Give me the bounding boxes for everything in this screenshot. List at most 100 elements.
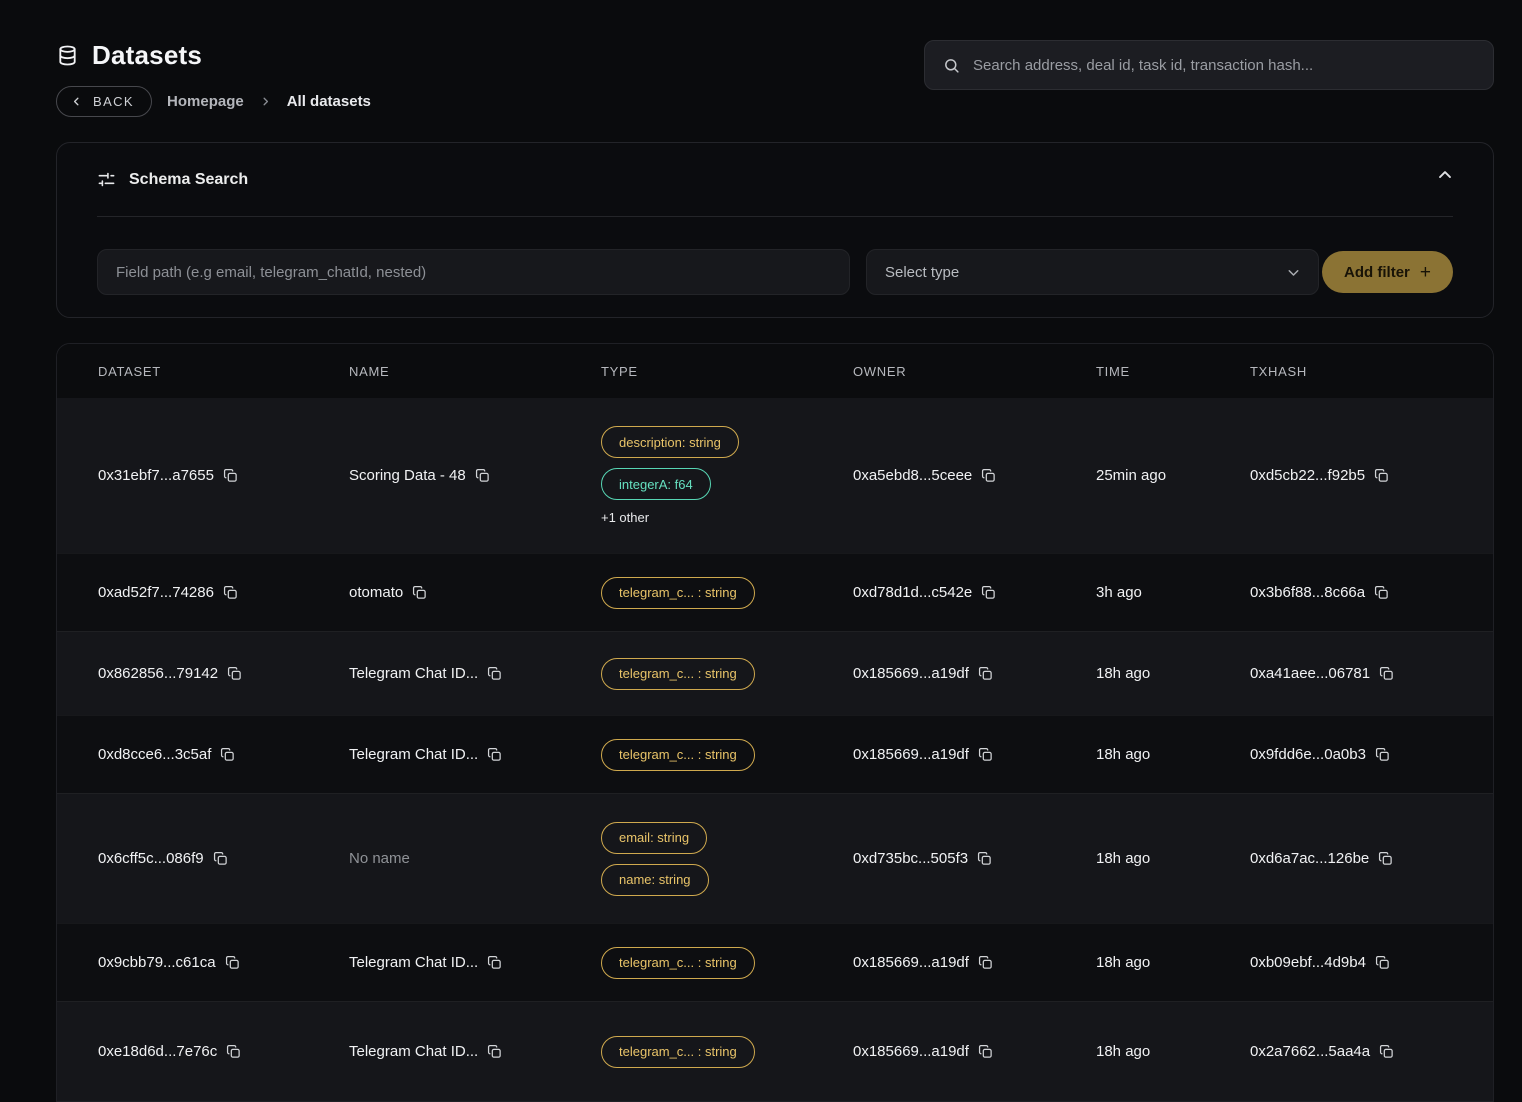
more-types-label: +1 other (601, 510, 649, 525)
breadcrumb-homepage[interactable]: Homepage (167, 93, 244, 110)
copy-icon[interactable] (227, 666, 242, 681)
copy-icon[interactable] (475, 468, 490, 483)
copy-icon[interactable] (1375, 747, 1390, 762)
type-badge: email: string (601, 822, 707, 854)
txhash: 0x9fdd6e...0a0b3 (1250, 746, 1366, 763)
copy-icon[interactable] (978, 955, 993, 970)
schema-search-panel: Schema Search Select type Add filter + (56, 142, 1494, 318)
copy-icon[interactable] (487, 955, 502, 970)
table-row[interactable]: 0xad52f7...74286 otomato telegram_c... :… (57, 553, 1493, 631)
add-filter-button[interactable]: Add filter + (1322, 251, 1453, 293)
chevron-up-icon[interactable] (1435, 165, 1455, 185)
plus-icon: + (1420, 263, 1431, 282)
add-filter-label: Add filter (1344, 264, 1410, 281)
dataset-hash: 0x31ebf7...a7655 (98, 467, 214, 484)
txhash: 0x3b6f88...8c66a (1250, 584, 1365, 601)
copy-icon[interactable] (981, 585, 996, 600)
owner-hash: 0x185669...a19df (853, 665, 969, 682)
table-row[interactable]: 0x862856...79142 Telegram Chat ID... tel… (57, 631, 1493, 715)
copy-icon[interactable] (978, 747, 993, 762)
owner-hash: 0x185669...a19df (853, 1043, 969, 1060)
sliders-icon (97, 170, 116, 189)
time-label: 18h ago (1096, 746, 1150, 763)
field-path-input[interactable] (97, 249, 850, 295)
dataset-name: otomato (349, 584, 403, 601)
type-badge: name: string (601, 864, 709, 896)
global-search[interactable] (924, 40, 1494, 90)
back-label: BACK (93, 94, 134, 109)
copy-icon[interactable] (1379, 666, 1394, 681)
txhash: 0xd6a7ac...126be (1250, 850, 1369, 867)
column-header-owner: OWNER (853, 364, 1096, 379)
copy-icon[interactable] (226, 1044, 241, 1059)
search-icon (943, 57, 960, 74)
type-badge: telegram_c... : string (601, 947, 755, 979)
dataset-name: Telegram Chat ID... (349, 1043, 478, 1060)
dataset-hash: 0xd8cce6...3c5af (98, 746, 211, 763)
copy-icon[interactable] (981, 468, 996, 483)
owner-hash: 0x185669...a19df (853, 954, 969, 971)
txhash: 0xd5cb22...f92b5 (1250, 467, 1365, 484)
datasets-table: DATASET NAME TYPE OWNER TIME TXHASH 0x31… (56, 343, 1494, 1102)
table-row[interactable]: 0xd8cce6...3c5af Telegram Chat ID... tel… (57, 715, 1493, 793)
table-header-row: DATASET NAME TYPE OWNER TIME TXHASH (57, 344, 1493, 398)
copy-icon[interactable] (978, 666, 993, 681)
dataset-name: Telegram Chat ID... (349, 665, 478, 682)
copy-icon[interactable] (1374, 468, 1389, 483)
column-header-type: TYPE (601, 364, 853, 379)
back-button[interactable]: BACK (56, 86, 152, 117)
copy-icon[interactable] (487, 747, 502, 762)
type-badge: telegram_c... : string (601, 658, 755, 690)
table-row[interactable]: 0x6cff5c...086f9 No name email: string n… (57, 793, 1493, 923)
table-row[interactable]: 0x9cbb79...c61ca Telegram Chat ID... tel… (57, 923, 1493, 1001)
owner-hash: 0x185669...a19df (853, 746, 969, 763)
time-label: 18h ago (1096, 1043, 1150, 1060)
chevron-right-icon (259, 95, 272, 108)
copy-icon[interactable] (213, 851, 228, 866)
dataset-name: Telegram Chat ID... (349, 746, 478, 763)
time-label: 3h ago (1096, 584, 1142, 601)
txhash: 0xa41aee...06781 (1250, 665, 1370, 682)
owner-hash: 0xd735bc...505f3 (853, 850, 968, 867)
copy-icon[interactable] (1379, 1044, 1394, 1059)
time-label: 18h ago (1096, 665, 1150, 682)
copy-icon[interactable] (220, 747, 235, 762)
schema-search-title: Schema Search (129, 171, 248, 189)
column-header-dataset: DATASET (98, 364, 349, 379)
dataset-hash: 0x862856...79142 (98, 665, 218, 682)
time-label: 18h ago (1096, 850, 1150, 867)
breadcrumb: BACK Homepage All datasets (56, 86, 1494, 117)
copy-icon[interactable] (1378, 851, 1393, 866)
type-badge: telegram_c... : string (601, 739, 755, 771)
type-select-value: Select type (885, 264, 959, 281)
schema-search-header: Schema Search (97, 143, 1453, 216)
copy-icon[interactable] (412, 585, 427, 600)
time-label: 18h ago (1096, 954, 1150, 971)
page-header: Datasets BACK Homepage All datasets (56, 0, 1494, 117)
time-label: 25min ago (1096, 467, 1166, 484)
copy-icon[interactable] (223, 468, 238, 483)
page-title: Datasets (92, 40, 202, 71)
breadcrumb-all-datasets: All datasets (287, 93, 371, 110)
type-badge: telegram_c... : string (601, 1036, 755, 1068)
dataset-name: Telegram Chat ID... (349, 954, 478, 971)
copy-icon[interactable] (1374, 585, 1389, 600)
copy-icon[interactable] (1375, 955, 1390, 970)
dataset-hash: 0x9cbb79...c61ca (98, 954, 216, 971)
type-badge: integerA: f64 (601, 468, 711, 500)
txhash: 0xb09ebf...4d9b4 (1250, 954, 1366, 971)
copy-icon[interactable] (225, 955, 240, 970)
type-select[interactable]: Select type (866, 249, 1319, 295)
search-input[interactable] (973, 57, 1475, 74)
table-row[interactable]: 0x31ebf7...a7655 Scoring Data - 48 descr… (57, 398, 1493, 553)
dataset-hash: 0xe18d6d...7e76c (98, 1043, 217, 1060)
dataset-name: Scoring Data - 48 (349, 467, 466, 484)
chevron-left-icon (70, 95, 83, 108)
copy-icon[interactable] (978, 1044, 993, 1059)
table-row[interactable]: 0xe18d6d...7e76c Telegram Chat ID... tel… (57, 1001, 1493, 1101)
copy-icon[interactable] (223, 585, 238, 600)
copy-icon[interactable] (487, 1044, 502, 1059)
column-header-txhash: TXHASH (1250, 364, 1493, 379)
copy-icon[interactable] (487, 666, 502, 681)
copy-icon[interactable] (977, 851, 992, 866)
